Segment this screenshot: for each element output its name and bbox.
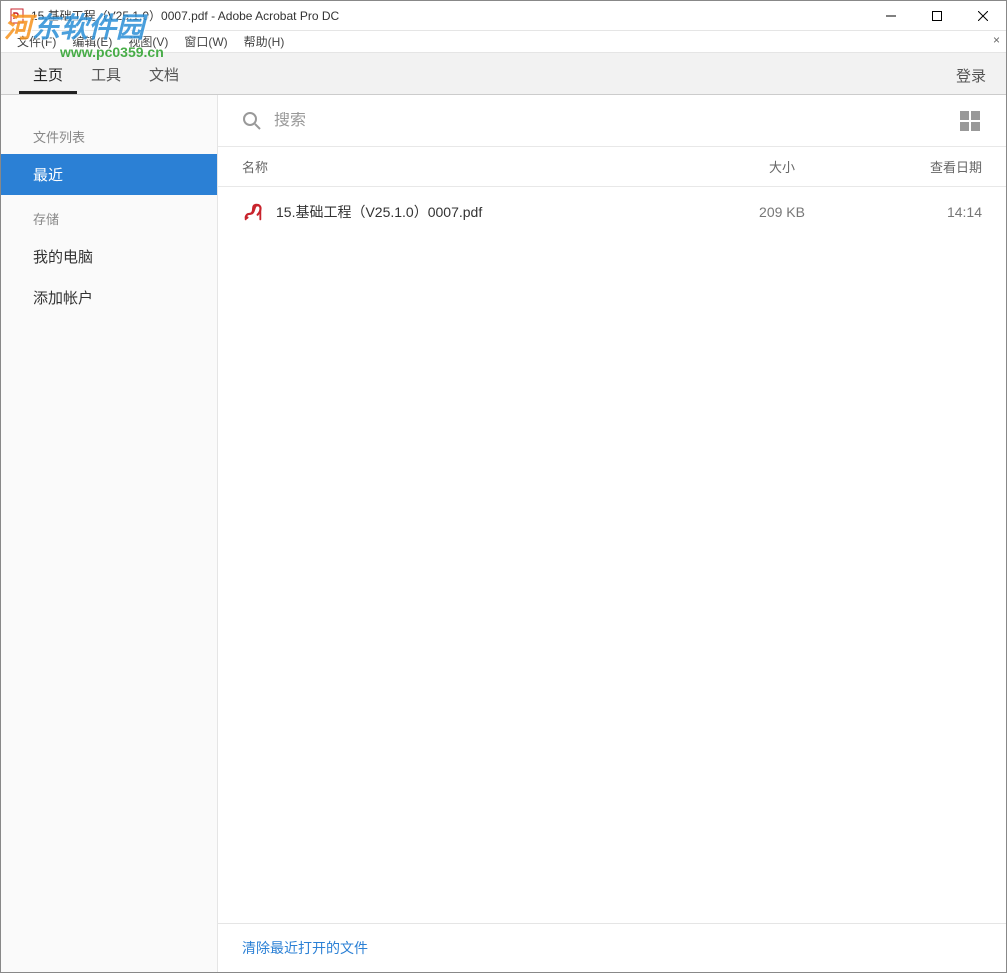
sidebar-item-recent[interactable]: 最近 <box>1 154 217 195</box>
menu-help[interactable]: 帮助(H) <box>236 31 293 52</box>
app-icon <box>9 8 25 24</box>
menu-window[interactable]: 窗口(W) <box>176 31 235 52</box>
sidebar-label-filelist: 文件列表 <box>1 113 217 154</box>
tab-tools[interactable]: 工具 <box>77 54 135 94</box>
menubar: 文件(F) 编辑(E) 视图(V) 窗口(W) 帮助(H) × <box>1 31 1006 53</box>
file-name: 15.基础工程（V25.1.0）0007.pdf <box>276 202 722 222</box>
window-controls <box>868 1 1006 31</box>
menu-view[interactable]: 视图(V) <box>120 31 176 52</box>
minimize-button[interactable] <box>868 1 914 31</box>
search-input[interactable] <box>274 112 958 130</box>
login-link[interactable]: 登录 <box>956 65 986 86</box>
tab-document[interactable]: 文档 <box>135 54 193 94</box>
column-name[interactable]: 名称 <box>242 157 722 176</box>
file-list: 15.基础工程（V25.1.0）0007.pdf 209 KB 14:14 <box>218 187 1006 923</box>
sidebar-item-mycomputer[interactable]: 我的电脑 <box>1 236 217 277</box>
search-row <box>218 95 1006 147</box>
tab-home[interactable]: 主页 <box>19 54 77 94</box>
content-area: 文件列表 最近 存储 我的电脑 添加帐户 名称 大小 查看日期 <box>1 95 1006 972</box>
menu-edit[interactable]: 编辑(E) <box>64 31 120 52</box>
main-panel: 名称 大小 查看日期 15.基础工程（V25.1.0）0007.pdf 209 … <box>218 95 1006 972</box>
tabbar: 主页 工具 文档 登录 <box>1 53 1006 95</box>
search-icon <box>242 111 262 131</box>
file-size: 209 KB <box>722 204 842 220</box>
maximize-button[interactable] <box>914 1 960 31</box>
window-title: 15.基础工程（V25.1.0）0007.pdf - Adobe Acrobat… <box>31 7 339 24</box>
column-headers: 名称 大小 查看日期 <box>218 147 1006 187</box>
menu-file[interactable]: 文件(F) <box>9 31 64 52</box>
pdf-icon <box>242 201 264 223</box>
sidebar: 文件列表 最近 存储 我的电脑 添加帐户 <box>1 95 218 972</box>
menubar-close-icon[interactable]: × <box>993 33 1000 47</box>
sidebar-item-addaccount[interactable]: 添加帐户 <box>1 277 217 318</box>
column-size[interactable]: 大小 <box>722 157 842 176</box>
close-button[interactable] <box>960 1 1006 31</box>
file-date: 14:14 <box>842 204 982 220</box>
sidebar-label-storage: 存储 <box>1 195 217 236</box>
window-titlebar: 15.基础工程（V25.1.0）0007.pdf - Adobe Acrobat… <box>1 1 1006 31</box>
clear-recent-link[interactable]: 清除最近打开的文件 <box>242 940 368 956</box>
file-row[interactable]: 15.基础工程（V25.1.0）0007.pdf 209 KB 14:14 <box>218 187 1006 237</box>
footer: 清除最近打开的文件 <box>218 923 1006 972</box>
view-grid-button[interactable] <box>958 109 982 133</box>
column-date[interactable]: 查看日期 <box>842 157 982 176</box>
